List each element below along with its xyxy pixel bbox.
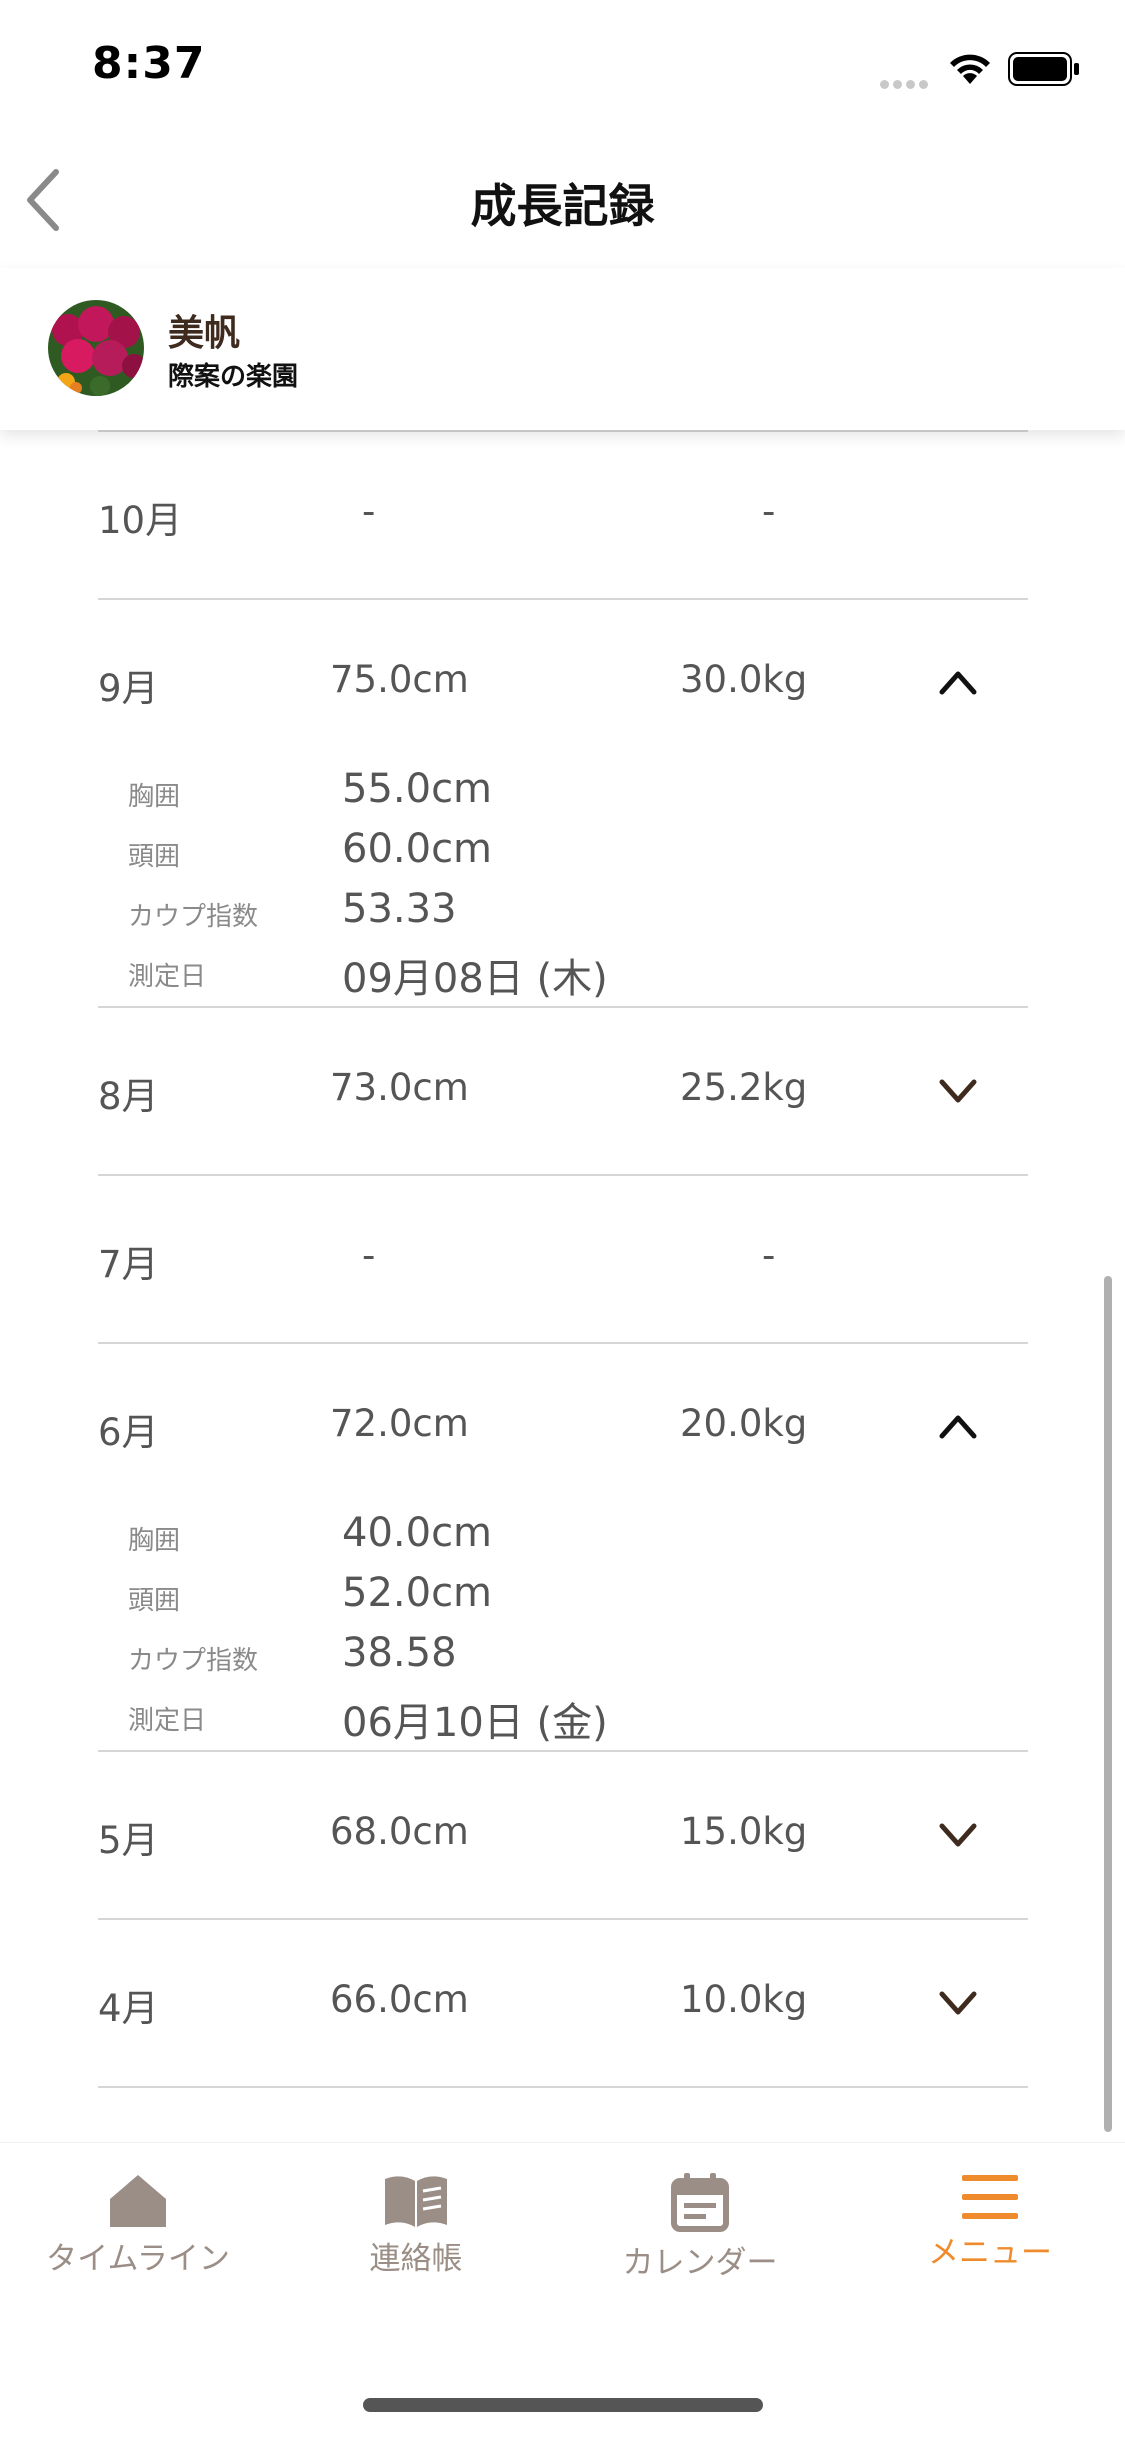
book-icon [385, 2176, 447, 2227]
record-8: 8月 73.0cm 25.2kg [98, 1006, 1028, 1174]
wifi-icon [950, 54, 990, 84]
record-weight: - [762, 490, 776, 533]
chevron-down-icon[interactable] [936, 1818, 980, 1850]
detail-value: 55.0cm [342, 766, 493, 812]
detail-row: カウプ指数 53.33 [98, 886, 1028, 946]
tab-menu[interactable]: メニュー [880, 2171, 1100, 2291]
record-details: 胸囲 40.0cm 頭囲 52.0cm カウプ指数 38.58 測定日 06月1… [98, 1510, 1028, 1750]
detail-label: カウプ指数 [128, 1646, 259, 1676]
home-icon [110, 2175, 166, 2227]
tab-bar: タイムライン 連絡帳 カレンダー メニュー [0, 2142, 1125, 2437]
child-name: 美帆 [168, 313, 241, 354]
detail-value: 53.33 [342, 886, 457, 932]
navigation-bar: 成長記録 [0, 132, 1125, 268]
chevron-up-icon[interactable] [936, 666, 980, 698]
record-weight: 30.0kg [680, 658, 808, 701]
record-row[interactable]: 6月 72.0cm 20.0kg [98, 1344, 1028, 1510]
tab-label: 連絡帳 [369, 2241, 463, 2277]
record-weight: 25.2kg [680, 1066, 808, 1109]
record-month: 5月 [98, 1819, 159, 1862]
chevron-up-icon[interactable] [936, 1410, 980, 1442]
chevron-down-icon[interactable] [936, 1074, 980, 1106]
record-weight: 10.0kg [680, 1978, 808, 2021]
page-title: 成長記録 [470, 179, 655, 233]
detail-label: 胸囲 [128, 782, 181, 812]
record-height: 68.0cm [330, 1810, 469, 1853]
record-height: 72.0cm [330, 1402, 469, 1445]
record-row[interactable]: 9月 75.0cm 30.0kg [98, 600, 1028, 766]
detail-row: カウプ指数 38.58 [98, 1630, 1028, 1690]
detail-label: 測定日 [128, 1706, 207, 1736]
record-height: - [362, 490, 376, 533]
detail-row: 頭囲 60.0cm [98, 826, 1028, 886]
record-month: 4月 [98, 1987, 159, 2030]
record-month: 10月 [98, 499, 183, 542]
detail-label: 頭囲 [128, 1586, 181, 1616]
detail-label: 頭囲 [128, 842, 181, 872]
record-month: 7月 [98, 1243, 159, 1286]
school-name: 際案の楽園 [168, 362, 299, 392]
detail-label: 胸囲 [128, 1526, 181, 1556]
record-weight: 20.0kg [680, 1402, 808, 1445]
detail-value: 52.0cm [342, 1570, 493, 1616]
tab-label: タイムライン [46, 2241, 230, 2277]
status-time: 8:37 [92, 38, 206, 89]
record-row[interactable]: 8月 73.0cm 25.2kg [98, 1008, 1028, 1174]
detail-value: 06月10日 (金) [342, 1700, 608, 1746]
child-profile-header: 美帆 際案の楽園 [0, 268, 1125, 430]
scrollbar[interactable] [1104, 1276, 1112, 2132]
growth-records-list: 10月 - - 9月 75.0cm 30.0kg 胸囲 55.0cm 頭囲 60… [98, 430, 1028, 2142]
avatar [48, 300, 144, 396]
list-end-divider [98, 2086, 1028, 2088]
detail-value: 60.0cm [342, 826, 493, 872]
tab-label: カレンダー [622, 2245, 778, 2281]
record-9: 9月 75.0cm 30.0kg 胸囲 55.0cm 頭囲 60.0cm カウプ… [98, 598, 1028, 1006]
detail-value: 38.58 [342, 1630, 457, 1676]
record-height: - [362, 1234, 376, 1277]
record-4: 4月 66.0cm 10.0kg [98, 1918, 1028, 2086]
detail-row: 測定日 09月08日 (木) [98, 946, 1028, 1006]
record-row[interactable]: 4月 66.0cm 10.0kg [98, 1920, 1028, 2086]
detail-row: 胸囲 55.0cm [98, 766, 1028, 826]
record-month: 9月 [98, 667, 159, 710]
chevron-down-icon[interactable] [936, 1986, 980, 2018]
detail-label: 測定日 [128, 962, 207, 992]
tab-calendar[interactable]: カレンダー [590, 2171, 810, 2291]
status-bar: 8:37 [0, 0, 1125, 132]
tab-notebook[interactable]: 連絡帳 [318, 2171, 514, 2291]
record-height: 73.0cm [330, 1066, 469, 1109]
tab-timeline[interactable]: タイムライン [28, 2171, 248, 2291]
detail-value: 09月08日 (木) [342, 956, 608, 1002]
home-indicator[interactable] [363, 2398, 763, 2412]
detail-row: 測定日 06月10日 (金) [98, 1690, 1028, 1750]
record-6: 6月 72.0cm 20.0kg 胸囲 40.0cm 頭囲 52.0cm カウプ… [98, 1342, 1028, 1750]
record-weight: - [762, 1234, 776, 1277]
cellular-signal-icon [880, 74, 934, 89]
record-10: 10月 - - [98, 430, 1028, 598]
record-weight: 15.0kg [680, 1810, 808, 1853]
record-details: 胸囲 55.0cm 頭囲 60.0cm カウプ指数 53.33 測定日 09月0… [98, 766, 1028, 1006]
record-row[interactable]: 5月 68.0cm 15.0kg [98, 1752, 1028, 1918]
record-month: 6月 [98, 1411, 159, 1454]
detail-label: カウプ指数 [128, 902, 259, 932]
record-7: 7月 - - [98, 1174, 1028, 1342]
detail-row: 頭囲 52.0cm [98, 1570, 1028, 1630]
record-row: 10月 - - [98, 432, 1028, 598]
record-height: 75.0cm [330, 658, 469, 701]
menu-icon [962, 2175, 1018, 2219]
tab-label: メニュー [928, 2235, 1052, 2271]
detail-row: 胸囲 40.0cm [98, 1510, 1028, 1570]
record-height: 66.0cm [330, 1978, 469, 2021]
record-month: 8月 [98, 1075, 159, 1118]
battery-icon [1008, 52, 1079, 86]
record-row: 7月 - - [98, 1176, 1028, 1342]
detail-value: 40.0cm [342, 1510, 493, 1556]
calendar-icon [671, 2173, 729, 2232]
record-5: 5月 68.0cm 15.0kg [98, 1750, 1028, 1918]
